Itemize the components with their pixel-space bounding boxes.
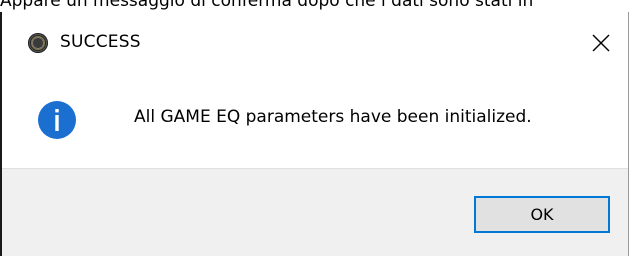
page: Appare un messaggio di conferma dopo che…: [0, 0, 632, 256]
background-caption-text: Appare un messaggio di conferma dopo che…: [0, 0, 534, 11]
message-dialog: SUCCESS All GAME EQ parameters have been…: [0, 12, 629, 256]
app-logo-icon: [28, 33, 48, 53]
ok-button[interactable]: OK: [474, 196, 610, 233]
dialog-message: All GAME EQ parameters have been initial…: [134, 107, 532, 127]
dialog-title: SUCCESS: [60, 32, 141, 52]
dialog-title-bar[interactable]: SUCCESS: [2, 12, 628, 72]
close-button[interactable]: [586, 28, 616, 58]
info-icon: [38, 101, 76, 139]
dialog-button-area: OK: [2, 168, 628, 256]
dialog-content: All GAME EQ parameters have been initial…: [2, 72, 628, 168]
close-icon: [592, 34, 610, 52]
